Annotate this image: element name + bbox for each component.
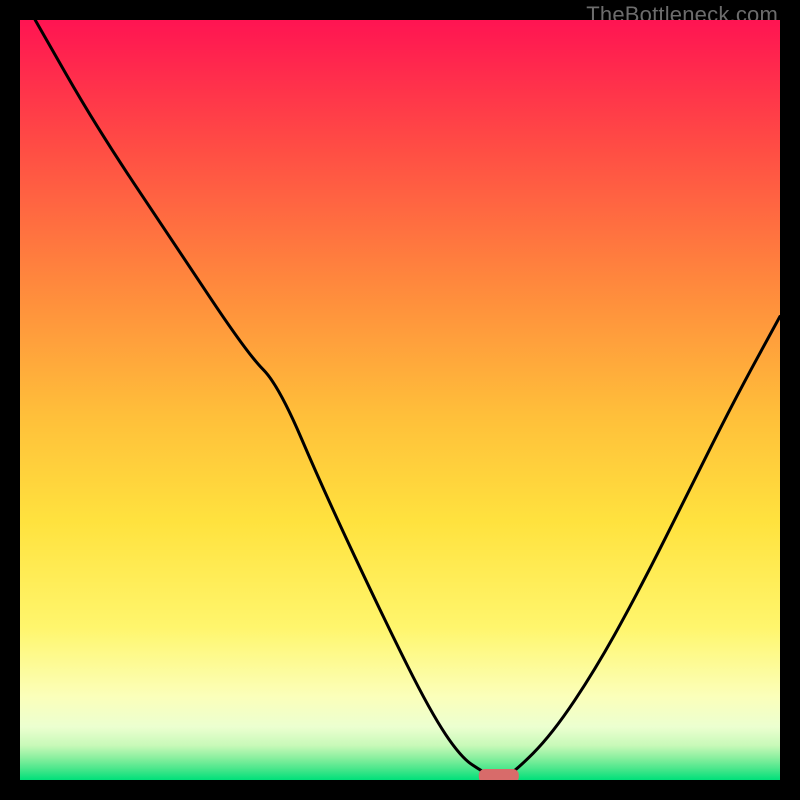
chart-frame [20,20,780,780]
optimal-marker [479,769,519,780]
bottleneck-curve [35,20,780,778]
chart-svg [20,20,780,780]
